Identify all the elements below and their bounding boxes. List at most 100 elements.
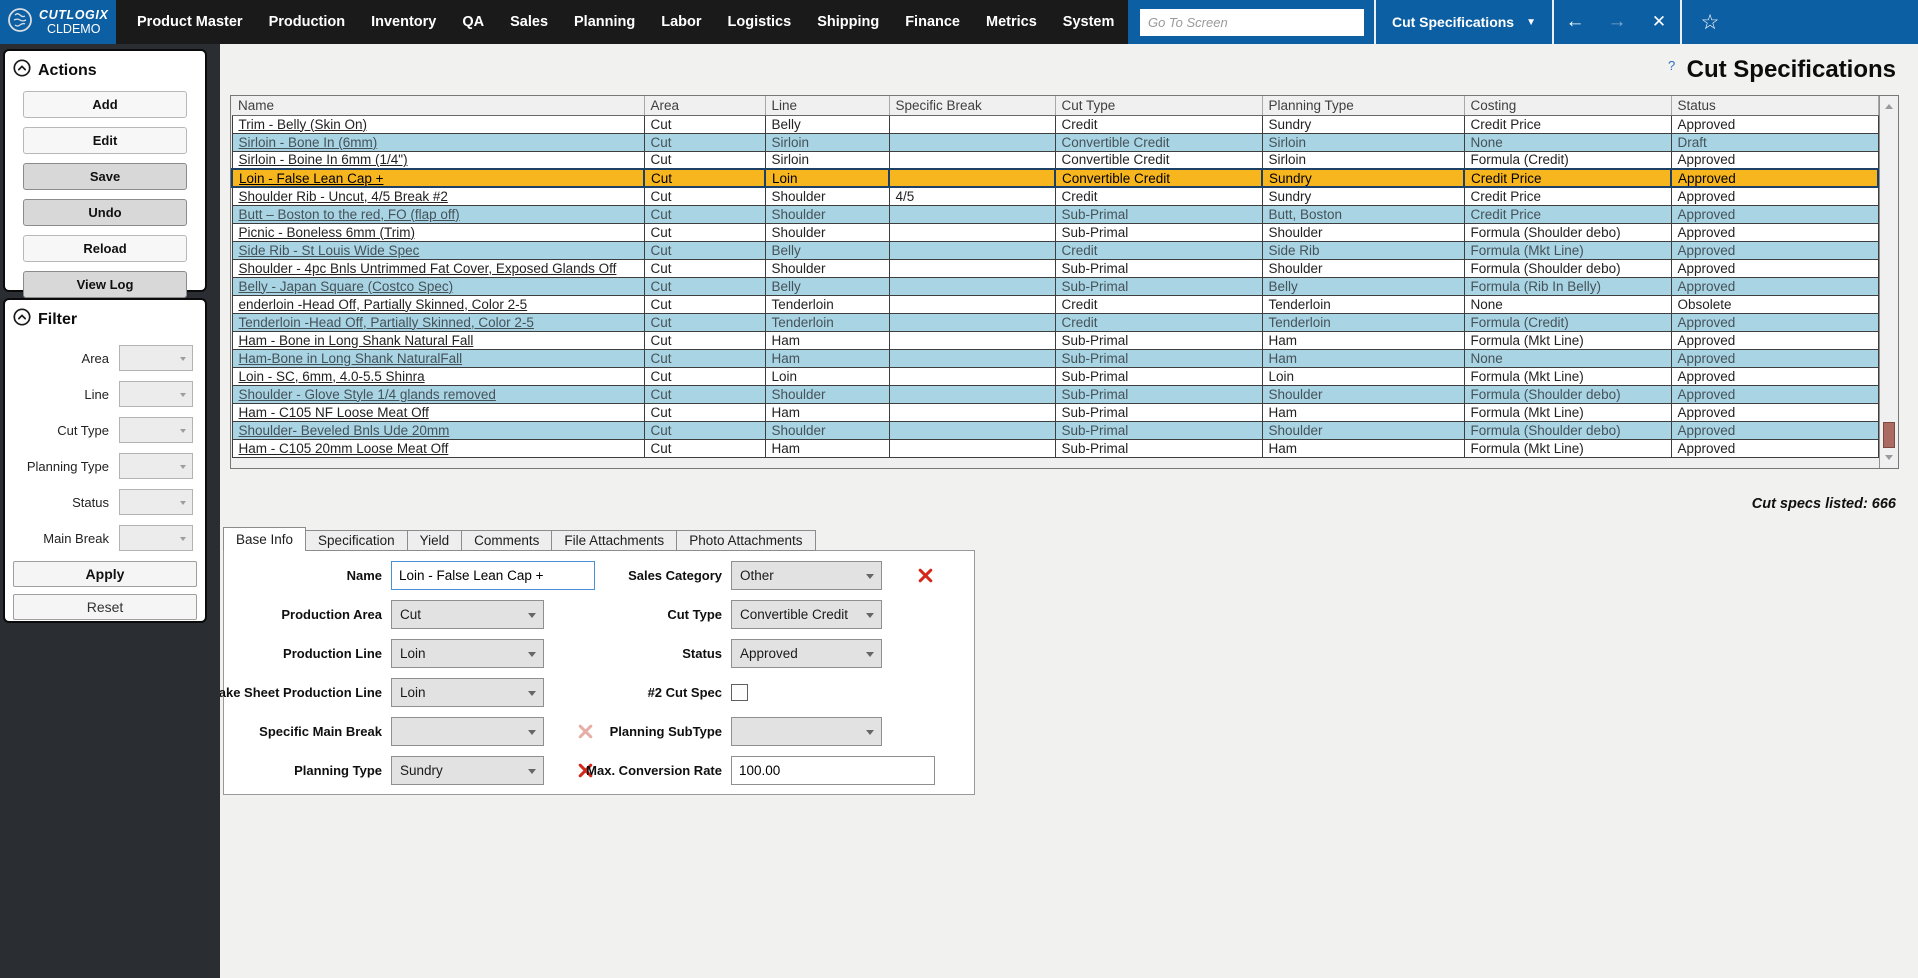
spec-name-link[interactable]: Sirloin - Boine In 6mm (1/4") — [232, 151, 644, 169]
nav-item-shipping[interactable]: Shipping — [804, 14, 892, 30]
table-row[interactable]: Ham - C105 NF Loose Meat OffCutHamSub-Pr… — [232, 403, 1878, 421]
collapse-filter-icon[interactable] — [13, 308, 31, 331]
help-icon[interactable]: ? — [1668, 58, 1675, 73]
spec-name-link[interactable]: Sirloin - Bone In (6mm) — [232, 133, 644, 151]
spec-name-link[interactable]: enderloin -Head Off, Partially Skinned, … — [232, 295, 644, 313]
nav-item-production[interactable]: Production — [256, 14, 359, 30]
spec-name-link[interactable]: Ham - Bone in Long Shank Natural Fall — [232, 331, 644, 349]
vertical-scrollbar[interactable] — [1879, 96, 1898, 468]
nav-item-finance[interactable]: Finance — [892, 14, 973, 30]
spec-name-link[interactable]: Shoulder - Glove Style 1/4 glands remove… — [232, 385, 644, 403]
goto-screen-input[interactable] — [1140, 9, 1364, 36]
specific-main-break-select[interactable] — [391, 717, 544, 746]
spec-name-link[interactable]: Shoulder - 4pc Bnls Untrimmed Fat Cover,… — [232, 259, 644, 277]
nav-item-product-master[interactable]: Product Master — [124, 14, 256, 30]
production-line-select[interactable]: Loin — [391, 639, 544, 668]
production-area-select[interactable]: Cut — [391, 600, 544, 629]
table-row[interactable]: Shoulder- Beveled Bnls Ude 20mmCutShould… — [232, 421, 1878, 439]
name-input[interactable] — [391, 561, 595, 590]
table-row[interactable]: Ham - C105 20mm Loose Meat OffCutHamSub-… — [232, 439, 1878, 457]
tab-comments[interactable]: Comments — [461, 530, 552, 551]
favorite-star-button[interactable]: ☆ — [1682, 10, 1738, 35]
back-button[interactable]: ← — [1554, 11, 1596, 33]
save-button[interactable]: Save — [23, 163, 187, 190]
table-row[interactable]: Side Rib - St Louis Wide SpecCutBellyCre… — [232, 241, 1878, 259]
table-row[interactable]: Loin - False Lean Cap +CutLoinConvertibl… — [232, 169, 1878, 187]
spec-name-link[interactable]: Tenderloin -Head Off, Partially Skinned,… — [232, 313, 644, 331]
filter-line-select[interactable] — [119, 381, 193, 407]
table-row[interactable]: Picnic - Boneless 6mm (Trim)CutShoulderS… — [232, 223, 1878, 241]
scrollbar-down-button[interactable] — [1880, 449, 1898, 467]
nav-item-logistics[interactable]: Logistics — [715, 14, 805, 30]
spec-name-link[interactable]: Trim - Belly (Skin On) — [232, 115, 644, 133]
filter-planning-type-select[interactable] — [119, 453, 193, 479]
nav-item-planning[interactable]: Planning — [561, 14, 648, 30]
table-row[interactable]: Sirloin - Bone In (6mm)CutSirloinConvert… — [232, 133, 1878, 151]
nav-item-qa[interactable]: QA — [449, 14, 497, 30]
no2-cut-spec-checkbox[interactable] — [731, 684, 748, 701]
column-header-costing[interactable]: Costing — [1464, 96, 1671, 115]
column-header-status[interactable]: Status — [1671, 96, 1878, 115]
status-select[interactable]: Approved — [731, 639, 882, 668]
column-header-area[interactable]: Area — [644, 96, 765, 115]
sales-category-select[interactable]: Other — [731, 561, 882, 590]
table-row[interactable]: Shoulder - Glove Style 1/4 glands remove… — [232, 385, 1878, 403]
reset-filter-button[interactable]: Reset — [13, 594, 197, 620]
spec-name-link[interactable]: Ham - C105 NF Loose Meat Off — [232, 403, 644, 421]
tab-base-info[interactable]: Base Info — [223, 527, 306, 551]
tab-file-attachments[interactable]: File Attachments — [551, 530, 677, 551]
sales-category-clear-button[interactable] — [917, 567, 947, 584]
spec-name-link[interactable]: Loin - False Lean Cap + — [232, 169, 644, 187]
table-row[interactable]: Trim - Belly (Skin On)CutBellyCreditSund… — [232, 115, 1878, 133]
filter-main-break-select[interactable] — [119, 525, 193, 551]
table-row[interactable]: Ham - Bone in Long Shank Natural FallCut… — [232, 331, 1878, 349]
table-row[interactable]: Loin - SC, 6mm, 4.0-5.5 ShinraCutLoinSub… — [232, 367, 1878, 385]
undo-button[interactable]: Undo — [23, 199, 187, 226]
spec-name-link[interactable]: Shoulder Rib - Uncut, 4/5 Break #2 — [232, 187, 644, 205]
table-row[interactable]: Butt – Boston to the red, FO (flap off)C… — [232, 205, 1878, 223]
planning-type-select[interactable]: Sundry — [391, 756, 544, 785]
filter-status-select[interactable] — [119, 489, 193, 515]
tab-yield[interactable]: Yield — [407, 530, 463, 551]
column-header-planning-type[interactable]: Planning Type — [1262, 96, 1464, 115]
spec-name-link[interactable]: Ham-Bone in Long Shank NaturalFall — [232, 349, 644, 367]
filter-cut-type-select[interactable] — [119, 417, 193, 443]
table-row[interactable]: Shoulder Rib - Uncut, 4/5 Break #2CutSho… — [232, 187, 1878, 205]
view-log-button[interactable]: View Log — [23, 271, 187, 298]
close-screen-button[interactable]: ✕ — [1638, 12, 1680, 32]
spec-name-link[interactable]: Side Rib - St Louis Wide Spec — [232, 241, 644, 259]
table-row[interactable]: Tenderloin -Head Off, Partially Skinned,… — [232, 313, 1878, 331]
planning-subtype-select[interactable] — [731, 717, 882, 746]
collapse-actions-icon[interactable] — [13, 59, 31, 82]
nav-item-labor[interactable]: Labor — [648, 14, 714, 30]
make-sheet-production-line-select[interactable]: Loin — [391, 678, 544, 707]
scrollbar-up-button[interactable] — [1880, 97, 1898, 115]
table-row[interactable]: Sirloin - Boine In 6mm (1/4")CutSirloinC… — [232, 151, 1878, 169]
nav-item-sales[interactable]: Sales — [497, 14, 561, 30]
filter-area-select[interactable] — [119, 345, 193, 371]
table-row[interactable]: Ham-Bone in Long Shank NaturalFallCutHam… — [232, 349, 1878, 367]
reload-button[interactable]: Reload — [23, 235, 187, 262]
spec-name-link[interactable]: Butt – Boston to the red, FO (flap off) — [232, 205, 644, 223]
spec-name-link[interactable]: Picnic - Boneless 6mm (Trim) — [232, 223, 644, 241]
column-header-line[interactable]: Line — [765, 96, 889, 115]
table-row[interactable]: Belly - Japan Square (Costco Spec)CutBel… — [232, 277, 1878, 295]
table-row[interactable]: enderloin -Head Off, Partially Skinned, … — [232, 295, 1878, 313]
column-header-specific-break[interactable]: Specific Break — [889, 96, 1055, 115]
spec-name-link[interactable]: Belly - Japan Square (Costco Spec) — [232, 277, 644, 295]
max-conversion-rate-input[interactable] — [731, 756, 935, 785]
nav-item-inventory[interactable]: Inventory — [358, 14, 449, 30]
spec-name-link[interactable]: Ham - C105 20mm Loose Meat Off — [232, 439, 644, 457]
column-header-cut-type[interactable]: Cut Type — [1055, 96, 1262, 115]
tab-photo-attachments[interactable]: Photo Attachments — [676, 530, 815, 551]
cut-type-select[interactable]: Convertible Credit — [731, 600, 882, 629]
column-header-name[interactable]: Name — [232, 96, 644, 115]
table-row[interactable]: Shoulder - 4pc Bnls Untrimmed Fat Cover,… — [232, 259, 1878, 277]
tab-specification[interactable]: Specification — [305, 530, 408, 551]
spec-name-link[interactable]: Loin - SC, 6mm, 4.0-5.5 Shinra — [232, 367, 644, 385]
apply-filter-button[interactable]: Apply — [13, 561, 197, 587]
edit-button[interactable]: Edit — [23, 127, 187, 154]
spec-name-link[interactable]: Shoulder- Beveled Bnls Ude 20mm — [232, 421, 644, 439]
scrollbar-thumb[interactable] — [1883, 422, 1895, 448]
add-button[interactable]: Add — [23, 91, 187, 118]
